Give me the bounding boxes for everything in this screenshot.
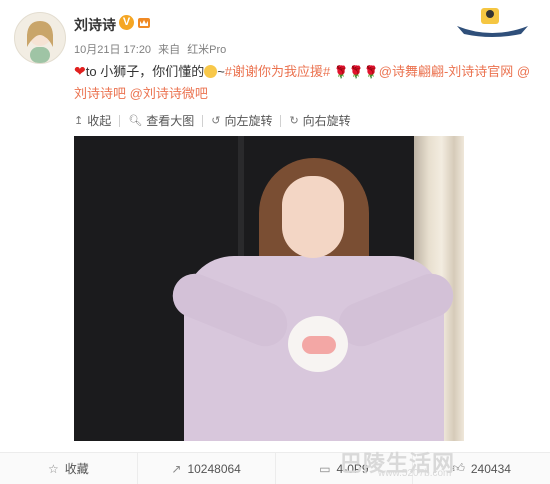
post-meta: 10月21日 17:20 来自 红米Pro	[74, 41, 230, 57]
mention-link-official[interactable]: @诗舞翩翩-刘诗诗官网	[379, 64, 514, 79]
post-photo[interactable]	[74, 136, 464, 441]
hashtag-link[interactable]: #谢谢你为我应援#	[225, 64, 330, 79]
post-time[interactable]: 10月21日 17:20	[74, 44, 151, 56]
smile-emoji-icon	[204, 65, 218, 78]
toolbar-divider	[119, 114, 121, 127]
dinosaur-print	[302, 336, 336, 354]
rotate-right-icon: ↻	[289, 115, 299, 127]
rotate-right-button[interactable]: ↻ 向右旋转	[289, 112, 350, 129]
heart-icon: ❤	[74, 63, 86, 79]
avatar-illustration	[27, 21, 53, 63]
rose-icon: 🌹	[363, 65, 379, 79]
username[interactable]: 刘诗诗	[74, 15, 116, 35]
post-source-prefix: 来自	[158, 44, 181, 56]
star-icon: ☆	[47, 461, 59, 476]
decoration-boat-icon	[457, 8, 528, 37]
vip-crown-icon[interactable]	[137, 15, 151, 29]
post-device[interactable]: 红米Pro	[187, 44, 226, 56]
user-avatar[interactable]	[14, 12, 66, 64]
rose-icon: 🌹	[348, 65, 364, 79]
collapse-arrow-icon: ↥	[74, 115, 84, 127]
site-watermark-url: www.5207b.com	[378, 468, 452, 479]
rotate-right-label: 向右旋转	[302, 114, 351, 128]
collapse-button[interactable]: ↥ 收起	[74, 112, 111, 129]
favorite-label: 收藏	[64, 462, 89, 476]
verified-badge-icon: V	[119, 15, 134, 30]
post-text-2: ~	[217, 64, 225, 79]
favorite-button[interactable]: ☆ 收藏	[0, 453, 138, 484]
repost-icon: ↗	[171, 461, 182, 476]
rose-icon: 🌹	[333, 65, 349, 79]
collapse-label: 收起	[87, 114, 112, 128]
like-count: 240434	[470, 461, 511, 476]
toolbar-divider	[280, 114, 282, 127]
person-face	[282, 176, 344, 258]
action-bar: ☆ 收藏 ↗ 10248064 ▭ 4-0P9 👍︎ 240434	[0, 452, 550, 484]
image-toolbar: ↥ 收起 🔍︎ 查看大图 ↺ 向左旋转 ↻ 向右旋转	[74, 112, 357, 129]
rotate-left-icon: ↺	[211, 115, 221, 127]
mention-link-weiba[interactable]: @刘诗诗微吧	[130, 86, 208, 101]
comment-icon: ▭	[319, 461, 331, 476]
rotate-left-label: 向左旋转	[224, 114, 273, 128]
magnifier-icon: 🔍︎	[128, 115, 143, 127]
view-large-label: 查看大图	[146, 114, 195, 128]
view-large-button[interactable]: 🔍︎ 查看大图	[128, 112, 194, 129]
toolbar-divider	[202, 114, 204, 127]
repost-count: 10248064	[187, 461, 241, 476]
repost-button[interactable]: ↗ 10248064	[138, 453, 276, 484]
post-text-1: to 小狮子，你们懂的	[85, 64, 205, 79]
post-text: ❤to 小狮子，你们懂的 ~#谢谢你为我应援# 🌹🌹🌹@诗舞翩翩-刘诗诗官网 @刘…	[74, 61, 534, 104]
rotate-left-button[interactable]: ↺ 向左旋转	[211, 112, 272, 129]
